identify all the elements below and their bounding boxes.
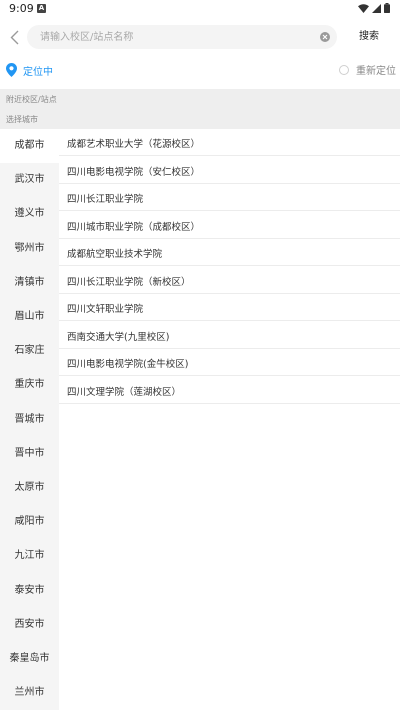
status-bar: 9:09 A (0, 0, 400, 20)
location-row: 定位中 重新定位 (0, 58, 400, 82)
school-name: 成都航空职业技术学院 (67, 249, 163, 260)
school-item[interactable]: 四川长江职业学院 (59, 184, 400, 211)
city-item[interactable]: 遵义市 (0, 197, 59, 231)
chevron-left-icon (10, 30, 18, 44)
school-item[interactable]: 西南交通大学(九里校区) (59, 322, 400, 349)
city-item[interactable]: 九江市 (0, 539, 59, 573)
school-item[interactable]: 四川电影电视学院（安仁校区） (59, 157, 400, 184)
signal-icon (372, 3, 381, 13)
relocate-label: 重新定位 (356, 66, 396, 77)
school-name: 四川长江职业学院 (67, 194, 144, 205)
relocate-icon (339, 64, 349, 75)
school-name: 四川文理学院（莲湖校区） (67, 386, 182, 398)
city-item[interactable]: 兰州市 (0, 676, 59, 710)
notification-icon: A (37, 4, 46, 13)
school-item[interactable]: 四川文理学院（莲湖校区） (59, 377, 400, 404)
section-header: 附近校区/站点 选择城市 (0, 89, 400, 129)
city-item[interactable]: 重庆市 (0, 368, 59, 402)
city-item[interactable]: 秦皇岛市 (0, 642, 59, 676)
school-item[interactable]: 成都艺术职业大学（花源校区） (59, 129, 400, 156)
school-name: 西南交通大学(九里校区) (67, 331, 170, 343)
school-name: 四川电影电视学院（安仁校区） (67, 166, 201, 178)
city-item[interactable]: 武汉市 (0, 163, 59, 197)
back-button[interactable] (5, 26, 23, 48)
location-pin-icon (6, 63, 17, 77)
wifi-icon (358, 3, 369, 13)
city-item[interactable]: 泰安市 (0, 574, 59, 608)
city-item[interactable]: 眉山市 (0, 300, 59, 334)
location-status: 定位中 (23, 67, 53, 78)
search-input[interactable] (40, 25, 310, 49)
city-item[interactable]: 鄂州市 (0, 232, 59, 266)
school-name: 成都艺术职业大学（花源校区） (67, 139, 201, 150)
school-name: 四川城市职业学院（成都校区） (67, 221, 201, 233)
city-item[interactable]: 晋中市 (0, 437, 59, 471)
city-item[interactable]: 太原市 (0, 471, 59, 505)
school-name: 四川电影电视学院(金牛校区) (67, 359, 189, 370)
city-item[interactable]: 成都市 (0, 129, 59, 163)
city-item[interactable]: 咸阳市 (0, 505, 59, 539)
city-item[interactable]: 清镇市 (0, 266, 59, 300)
clear-search-button[interactable] (320, 32, 330, 42)
status-icons (358, 3, 390, 13)
school-item[interactable]: 四川城市职业学院（成都校区） (59, 212, 400, 239)
school-item[interactable]: 四川长江职业学院（新校区） (59, 267, 400, 294)
school-item[interactable]: 成都航空职业技术学院 (59, 239, 400, 266)
school-name: 四川长江职业学院（新校区） (67, 276, 191, 288)
choose-city-label: 选择城市 (6, 115, 38, 124)
school-item[interactable]: 四川文轩职业学院 (59, 294, 400, 321)
relocate-button[interactable]: 重新定位 (339, 62, 396, 77)
school-list[interactable]: 成都艺术职业大学（花源校区） 四川电影电视学院（安仁校区） 四川长江职业学院四川城市… (59, 129, 400, 710)
city-item[interactable]: 西安市 (0, 608, 59, 642)
city-item[interactable]: 晋城市 (0, 403, 59, 437)
battery-icon (384, 3, 390, 13)
status-time: 9:09 (9, 2, 34, 15)
city-list[interactable]: 成都市 武汉市 遵义市 鄂州市 清镇市 眉山市 石家庄 重庆市 晋城市 晋中市 太原市 咸阳市 九江市泰… (0, 129, 59, 710)
close-icon (322, 34, 328, 40)
search-button[interactable]: 搜索 (347, 25, 391, 49)
city-item[interactable]: 石家庄 (0, 334, 59, 368)
school-item[interactable]: 四川电影电视学院(金牛校区) (59, 349, 400, 376)
search-header: 搜索 (0, 22, 400, 52)
nearby-section-label: 附近校区/站点 (6, 95, 57, 104)
school-name: 四川文轩职业学院 (67, 304, 144, 315)
search-box[interactable] (27, 25, 337, 49)
